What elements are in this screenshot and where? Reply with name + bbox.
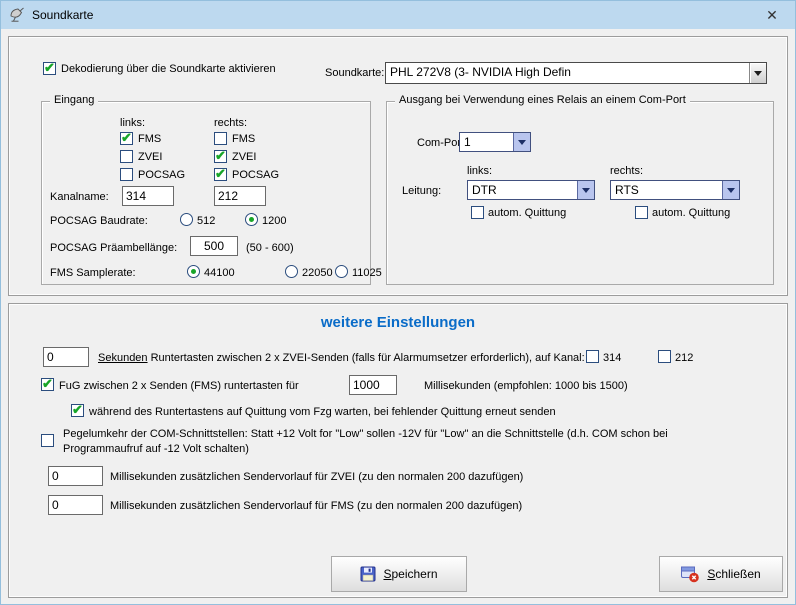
quittung-rechts-checkbox[interactable] bbox=[635, 206, 648, 219]
titlebar: Soundkarte ✕ bbox=[1, 1, 795, 29]
samplerate-44100-radio[interactable] bbox=[187, 265, 200, 278]
leitung-links-label: links: bbox=[467, 164, 492, 178]
samplerate-44100-label: 44100 bbox=[204, 266, 235, 280]
leitung-links-combobox[interactable]: DTR bbox=[467, 180, 595, 200]
speichern-rest: peichern bbox=[391, 567, 437, 581]
ausgang-group: Ausgang bei Verwendung eines Relais an e… bbox=[386, 101, 774, 285]
praeambel-label: POCSAG Präambellänge: bbox=[50, 241, 177, 255]
pegelumkehr-checkbox[interactable] bbox=[41, 434, 54, 447]
samplerate-22050-radio[interactable] bbox=[285, 265, 298, 278]
close-window-red-x-icon bbox=[681, 566, 700, 583]
eingang-rechts-pocsag-checkbox[interactable] bbox=[214, 168, 227, 181]
window-title: Soundkarte bbox=[32, 8, 93, 22]
close-icon: ✕ bbox=[766, 7, 778, 24]
leitung-links-dropdown-button[interactable] bbox=[577, 181, 594, 199]
eingang-group: Eingang links: rechts: FMS FMS ZVEI ZVEI… bbox=[41, 101, 371, 285]
pegelumkehr-label: Pegelumkehr der COM-Schnittstellen: Stat… bbox=[63, 427, 728, 457]
zvei-sekunden-label-rest: Runtertasten zwischen 2 x ZVEI-Senden (f… bbox=[148, 352, 585, 364]
fug-millisekunden-suffix: Millisekunden (empfohlen: 1000 bis 1500) bbox=[424, 379, 628, 393]
comport-dropdown-button[interactable] bbox=[513, 133, 530, 151]
eingang-links-zvei-label: ZVEI bbox=[138, 150, 162, 164]
fug-runtertasten-checkbox[interactable] bbox=[41, 378, 54, 391]
baudrate-label: POCSAG Baudrate: bbox=[50, 214, 148, 228]
kanalname-links-input[interactable] bbox=[122, 186, 174, 206]
leitung-links-value: DTR bbox=[468, 181, 577, 199]
praeambel-range-label: (50 - 600) bbox=[246, 241, 294, 255]
samplerate-11025-label: 11025 bbox=[352, 266, 382, 280]
leitung-rechts-combobox[interactable]: RTS bbox=[610, 180, 740, 200]
zvei-sekunden-label: Sekunden Runtertasten zwischen 2 x ZVEI-… bbox=[98, 351, 585, 365]
bottom-panel: weitere Einstellungen Sekunden Runtertas… bbox=[8, 303, 788, 598]
speichern-button[interactable]: Speichern bbox=[331, 556, 467, 592]
samplerate-label: FMS Samplerate: bbox=[50, 266, 136, 280]
leitung-rechts-value: RTS bbox=[611, 181, 722, 199]
fug-runtertasten-label: FuG zwischen 2 x Senden (FMS) runtertast… bbox=[59, 379, 299, 393]
baudrate-1200-label: 1200 bbox=[262, 214, 286, 228]
eingang-links-fms-label: FMS bbox=[138, 132, 161, 146]
soundkarte-dialog: Soundkarte ✕ Dekodierung über die Soundk… bbox=[0, 0, 796, 605]
kanal-314-label: 314 bbox=[603, 351, 621, 365]
ausgang-group-title: Ausgang bei Verwendung eines Relais an e… bbox=[395, 94, 690, 106]
soundcard-value: PHL 272V8 (3- NVIDIA High Defin bbox=[386, 63, 749, 83]
quittung-warten-label: während des Runtertastens auf Quittung v… bbox=[89, 405, 556, 419]
schliessen-button-label: Schließen bbox=[707, 567, 760, 581]
quittung-rechts-label: autom. Quittung bbox=[652, 206, 730, 220]
sendervorlauf-fms-label: Millisekunden zusätzlichen Sendervorlauf… bbox=[110, 499, 522, 513]
sendervorlauf-zvei-input[interactable] bbox=[48, 466, 103, 486]
soundcard-dropdown-button[interactable] bbox=[749, 63, 766, 83]
close-window-button[interactable]: ✕ bbox=[749, 1, 795, 29]
quittung-links-label: autom. Quittung bbox=[488, 206, 566, 220]
eingang-rechts-fms-checkbox[interactable] bbox=[214, 132, 227, 145]
save-floppy-icon bbox=[360, 566, 376, 582]
eingang-links-label: links: bbox=[120, 116, 145, 130]
samplerate-22050-label: 22050 bbox=[302, 266, 333, 280]
schliessen-button[interactable]: Schließen bbox=[659, 556, 783, 592]
decode-label: Dekodierung über die Soundkarte aktivier… bbox=[61, 62, 276, 76]
sendervorlauf-zvei-label: Millisekunden zusätzlichen Sendervorlauf… bbox=[110, 470, 523, 484]
baudrate-512-radio[interactable] bbox=[180, 213, 193, 226]
kanalname-rechts-input[interactable] bbox=[214, 186, 266, 206]
chevron-down-icon bbox=[754, 71, 762, 76]
leitung-rechts-dropdown-button[interactable] bbox=[722, 181, 739, 199]
comport-value: 1 bbox=[460, 133, 513, 151]
eingang-links-zvei-checkbox[interactable] bbox=[120, 150, 133, 163]
chevron-down-icon bbox=[582, 188, 590, 193]
soundcard-label: Soundkarte: bbox=[325, 66, 384, 80]
eingang-rechts-label: rechts: bbox=[214, 116, 247, 130]
kanal-212-label: 212 bbox=[675, 351, 693, 365]
samplerate-11025-radio[interactable] bbox=[335, 265, 348, 278]
baudrate-512-label: 512 bbox=[197, 214, 215, 228]
kanal-212-checkbox[interactable] bbox=[658, 350, 671, 363]
eingang-links-pocsag-checkbox[interactable] bbox=[120, 168, 133, 181]
chevron-down-icon bbox=[518, 140, 526, 145]
kanalname-label: Kanalname: bbox=[50, 190, 109, 204]
speichern-button-label: Speichern bbox=[383, 567, 437, 581]
fug-millisekunden-input[interactable] bbox=[349, 375, 397, 395]
soundcard-combobox[interactable]: PHL 272V8 (3- NVIDIA High Defin bbox=[385, 62, 767, 84]
weitere-einstellungen-heading: weitere Einstellungen bbox=[9, 314, 787, 331]
top-panel: Dekodierung über die Soundkarte aktivier… bbox=[8, 36, 788, 296]
zvei-sekunden-input[interactable] bbox=[43, 347, 89, 367]
eingang-group-title: Eingang bbox=[50, 94, 98, 106]
leitung-rechts-label: rechts: bbox=[610, 164, 643, 178]
eingang-rechts-pocsag-label: POCSAG bbox=[232, 168, 279, 182]
sendervorlauf-fms-input[interactable] bbox=[48, 495, 103, 515]
schliessen-rest: chließen bbox=[715, 567, 760, 581]
app-icon bbox=[9, 7, 25, 23]
comport-combobox[interactable]: 1 bbox=[459, 132, 531, 152]
eingang-rechts-zvei-label: ZVEI bbox=[232, 150, 256, 164]
kanal-314-checkbox[interactable] bbox=[586, 350, 599, 363]
quittung-warten-checkbox[interactable] bbox=[71, 404, 84, 417]
decode-checkbox[interactable] bbox=[43, 62, 56, 75]
eingang-rechts-fms-label: FMS bbox=[232, 132, 255, 146]
eingang-rechts-zvei-checkbox[interactable] bbox=[214, 150, 227, 163]
chevron-down-icon bbox=[727, 188, 735, 193]
leitung-label: Leitung: bbox=[402, 184, 441, 198]
eingang-links-pocsag-label: POCSAG bbox=[138, 168, 185, 182]
praeambel-input[interactable] bbox=[190, 236, 238, 256]
quittung-links-checkbox[interactable] bbox=[471, 206, 484, 219]
zvei-sekunden-label-underlined: Sekunden bbox=[98, 352, 148, 364]
baudrate-1200-radio[interactable] bbox=[245, 213, 258, 226]
eingang-links-fms-checkbox[interactable] bbox=[120, 132, 133, 145]
